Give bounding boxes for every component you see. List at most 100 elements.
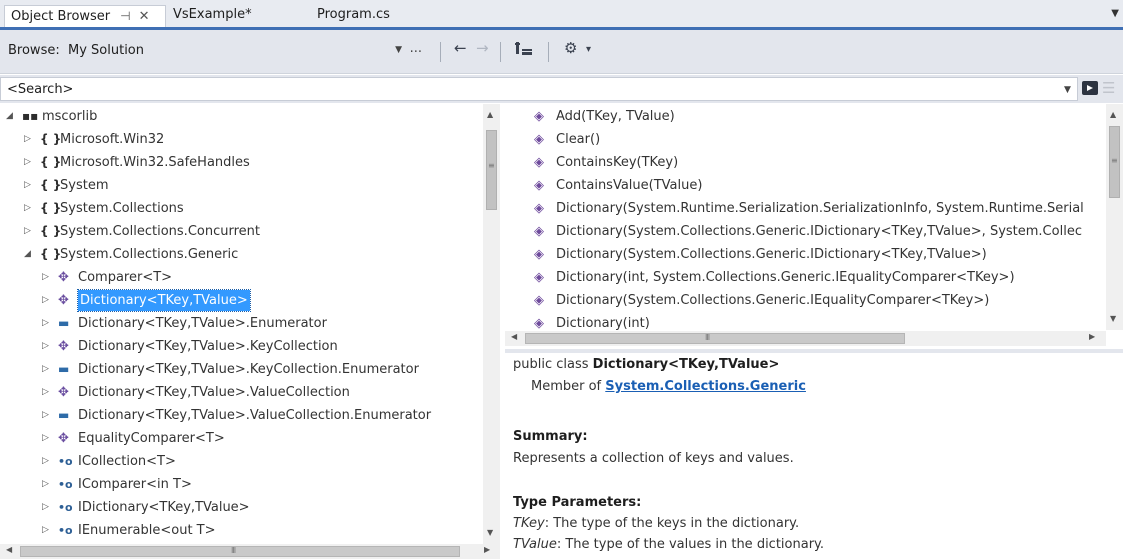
expand-arrow-icon[interactable]: ▷ [42, 266, 49, 289]
scroll-down-icon[interactable]: ▼ [487, 528, 493, 537]
param-name: TKey [513, 516, 545, 531]
scroll-up-icon[interactable]: ▲ [487, 110, 493, 119]
collapse-arrow-icon[interactable]: ◢ [6, 105, 13, 128]
struct-icon: ▬ [58, 362, 70, 376]
summary-text: Represents a collection of keys and valu… [513, 451, 794, 466]
expand-arrow-icon[interactable]: ▷ [24, 197, 31, 220]
tab-object-browser[interactable]: Object Browser ⊣ ✕ [4, 5, 166, 27]
expand-arrow-icon[interactable]: ▷ [24, 220, 31, 243]
tree-horizontal-scrollbar[interactable]: ◀ III ▶ [0, 544, 500, 559]
gear-icon[interactable]: ⚙ [564, 39, 577, 57]
class-icon: ✥ [58, 385, 69, 400]
tree-item-label: Dictionary<TKey,TValue> [77, 289, 251, 312]
scroll-grip-icon: ≡ [1111, 156, 1118, 165]
browse-scope-select[interactable]: My Solution ▼ ... [66, 40, 424, 63]
protected-method-icon: ◈ [534, 201, 544, 216]
tab-vsexample[interactable]: VsExample* [173, 5, 252, 27]
expand-arrow-icon[interactable]: ▷ [42, 404, 49, 427]
members-vertical-scrollbar[interactable]: ▲ ≡ ▼ [1106, 104, 1123, 330]
namespace-link[interactable]: System.Collections.Generic [605, 379, 806, 394]
browse-label: Browse: [8, 43, 60, 58]
pin-icon[interactable]: ⊣ [120, 9, 130, 23]
search-bar: ▼ ☰ [0, 75, 1123, 103]
tree-item-label: Microsoft.Win32.SafeHandles [60, 155, 250, 170]
scroll-grip-icon: III [705, 333, 710, 342]
struct-icon: ▬ [58, 408, 70, 422]
expand-arrow-icon[interactable]: ▷ [42, 381, 49, 404]
expand-arrow-icon[interactable]: ▷ [42, 335, 49, 358]
scroll-right-icon[interactable]: ▶ [484, 545, 490, 554]
member-of: Member of System.Collections.Generic [531, 379, 806, 394]
expand-arrow-icon[interactable]: ▷ [42, 358, 49, 381]
method-icon: ◈ [534, 224, 544, 239]
expand-arrow-icon[interactable]: ▷ [42, 450, 49, 473]
expand-arrow-icon[interactable]: ▷ [24, 128, 31, 151]
tree-item-label: Comparer<T> [78, 270, 173, 285]
expand-arrow-icon[interactable]: ▷ [42, 473, 49, 496]
browse-scope-value: My Solution [68, 43, 145, 58]
member-label: Dictionary(System.Collections.Generic.IE… [556, 293, 990, 308]
tab-label: VsExample* [173, 7, 252, 22]
member-label: Dictionary(System.Runtime.Serialization.… [556, 201, 1084, 216]
expand-arrow-icon[interactable]: ▷ [42, 496, 49, 519]
expand-arrow-icon[interactable]: ▷ [42, 519, 49, 542]
toolbar-separator [548, 42, 549, 62]
toolbar-separator [500, 42, 501, 62]
method-icon: ◈ [534, 155, 544, 170]
chevron-down-icon[interactable]: ▾ [586, 44, 591, 55]
namespace-icon: { } [40, 247, 62, 261]
scroll-right-icon[interactable]: ▶ [1089, 332, 1095, 341]
member-label: Dictionary(System.Collections.Generic.ID… [556, 247, 987, 262]
expand-arrow-icon[interactable]: ▷ [24, 174, 31, 197]
tree-item-label: IDictionary<TKey,TValue> [78, 500, 250, 515]
expand-arrow-icon[interactable]: ▷ [42, 289, 49, 312]
type-name: Dictionary<TKey,TValue> [592, 357, 780, 372]
member-label: ContainsValue(TValue) [556, 178, 703, 193]
tree-item-label: Microsoft.Win32 [60, 132, 165, 147]
tab-program-cs[interactable]: Program.cs [317, 5, 390, 27]
clear-search-icon[interactable]: ☰ [1102, 79, 1115, 97]
type-parameters-heading: Type Parameters: [513, 495, 642, 510]
members-list: ◈ Add(TKey, TValue) ◈ Clear() ◈ ContainsKey(T… [505, 104, 1123, 349]
tab-label: Program.cs [317, 7, 390, 22]
scroll-down-icon[interactable]: ▼ [1110, 314, 1116, 323]
member-label: Dictionary(System.Collections.Generic.ID… [556, 224, 1082, 239]
namespace-icon: { } [40, 178, 62, 192]
back-arrow-icon[interactable]: ← [454, 39, 467, 57]
expand-arrow-icon[interactable]: ▷ [42, 312, 49, 335]
sort-icon[interactable] [515, 40, 533, 62]
class-icon: ✥ [58, 293, 69, 308]
expand-arrow-icon[interactable]: ▷ [42, 427, 49, 450]
type-param-tkey: TKey: The type of the keys in the dictio… [513, 516, 799, 531]
tab-overflow-icon[interactable]: ▼ [1111, 8, 1119, 19]
chevron-down-icon[interactable]: ▼ [395, 40, 402, 61]
scroll-left-icon[interactable]: ◀ [6, 545, 12, 554]
method-icon: ◈ [534, 270, 544, 285]
toolbar-separator [440, 42, 441, 62]
chevron-down-icon[interactable]: ▼ [1064, 85, 1071, 95]
namespace-icon: { } [40, 132, 62, 146]
member-label: Clear() [556, 132, 601, 147]
members-horizontal-scrollbar[interactable]: ◀ III ▶ [505, 331, 1106, 346]
signature-prefix: public class [513, 357, 593, 372]
scroll-thumb[interactable] [525, 333, 905, 344]
scroll-left-icon[interactable]: ◀ [511, 332, 517, 341]
tree-item-label: mscorlib [42, 109, 98, 124]
close-icon[interactable]: ✕ [139, 9, 150, 24]
scroll-thumb[interactable] [20, 546, 460, 557]
scroll-thumb[interactable] [486, 130, 497, 210]
search-input[interactable] [0, 77, 1078, 101]
tree-vertical-scrollbar[interactable]: ▲ ≡ ▼ [483, 104, 500, 544]
collapse-arrow-icon[interactable]: ◢ [24, 243, 31, 266]
expand-arrow-icon[interactable]: ▷ [24, 151, 31, 174]
scroll-up-icon[interactable]: ▲ [1110, 110, 1116, 119]
tree-item-label: System.Collections.Concurrent [60, 224, 260, 239]
edit-custom-set-button[interactable]: ... [410, 38, 422, 59]
tree-item-label: Dictionary<TKey,TValue>.Enumerator [78, 316, 327, 331]
tree-item-label: IComparer<in T> [78, 477, 192, 492]
method-icon: ◈ [534, 247, 544, 262]
forward-arrow-icon[interactable]: → [476, 39, 489, 57]
search-go-icon[interactable] [1082, 81, 1098, 95]
tree-item-label: Dictionary<TKey,TValue>.ValueCollection.… [78, 408, 432, 423]
param-text: : The type of the values in the dictiona… [556, 537, 825, 552]
